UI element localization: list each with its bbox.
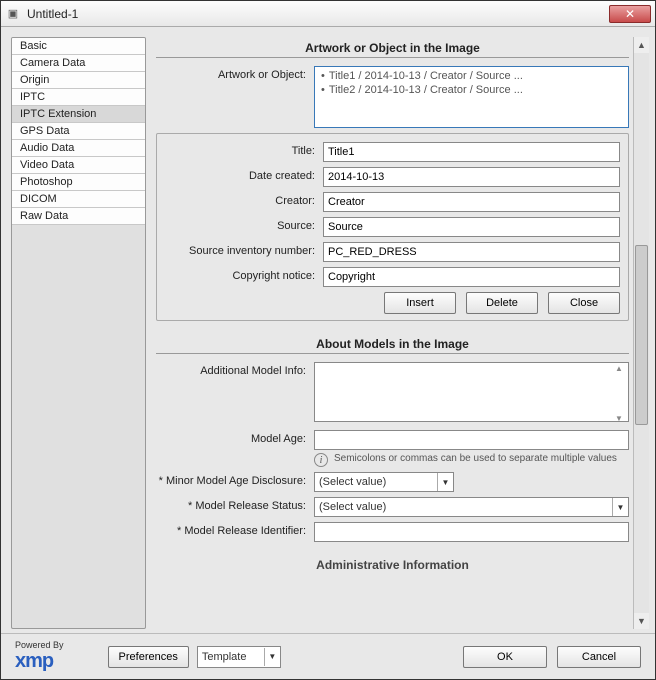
dialog-body: BasicCamera DataOriginIPTCIPTC Extension… [1,27,655,679]
additional-model-info-input[interactable] [314,362,629,422]
scroll-down-icon[interactable]: ▼ [634,613,649,629]
info-icon: i [314,453,328,467]
chevron-down-icon: ▼ [612,498,628,516]
artwork-subform: Title: Date created: Creator: [156,133,629,321]
model-age-label: Model Age: [156,430,314,445]
sidebar-item-raw-data[interactable]: Raw Data [12,208,145,225]
title-label: Title: [165,142,323,157]
copyright-label: Copyright notice: [165,267,323,282]
sidebar-item-origin[interactable]: Origin [12,72,145,89]
additional-model-info-label: Additional Model Info: [156,362,314,377]
delete-button[interactable]: Delete [466,292,538,314]
section-admin-title: Administrative Information [156,554,629,574]
source-input[interactable] [323,217,620,237]
cancel-button[interactable]: Cancel [557,646,641,668]
template-dropdown[interactable]: Template ▼ [197,646,281,668]
inventory-input[interactable] [323,242,620,262]
close-subform-button[interactable]: Close [548,292,620,314]
window-title: Untitled-1 [27,7,609,21]
release-id-input[interactable] [314,522,629,542]
artwork-list-item[interactable]: •Title1 / 2014-10-13 / Creator / Source … [319,69,624,83]
chevron-down-icon: ▼ [264,648,280,666]
sidebar-item-photoshop[interactable]: Photoshop [12,174,145,191]
inventory-label: Source inventory number: [165,242,323,257]
section-artwork-title: Artwork or Object in the Image [156,37,629,58]
minor-age-value: (Select value) [319,476,437,488]
sidebar-item-video-data[interactable]: Video Data [12,157,145,174]
creator-input[interactable] [323,192,620,212]
textarea-scroll-arrows: ▲▼ [615,364,627,423]
creator-label: Creator: [165,192,323,207]
sidebar-item-camera-data[interactable]: Camera Data [12,55,145,72]
app-icon: ▣ [5,6,21,22]
insert-button[interactable]: Insert [384,292,456,314]
section-artwork: Artwork or Object in the Image Artwork o… [156,37,629,321]
artwork-object-list[interactable]: •Title1 / 2014-10-13 / Creator / Source … [314,66,629,128]
titlebar: ▣ Untitled-1 ✕ [1,1,655,27]
powered-by-label: Powered By [15,641,64,650]
artwork-list-item[interactable]: •Title2 / 2014-10-13 / Creator / Source … [319,83,624,97]
minor-age-select[interactable]: (Select value) ▼ [314,472,454,492]
section-admin: Administrative Information [156,554,629,574]
template-label: Template [202,651,264,663]
sidebar-item-iptc[interactable]: IPTC [12,89,145,106]
artwork-list-label: Artwork or Object: [156,66,314,81]
sidebar-item-audio-data[interactable]: Audio Data [12,140,145,157]
date-created-label: Date created: [165,167,323,182]
scroll-thumb[interactable] [635,245,648,425]
scroll-area: Artwork or Object in the Image Artwork o… [156,37,633,629]
section-models-title: About Models in the Image [156,333,629,354]
release-id-label: * Model Release Identifier: [156,522,314,537]
preferences-button[interactable]: Preferences [108,646,189,668]
sidebar-item-dicom[interactable]: DICOM [12,191,145,208]
chevron-down-icon: ▼ [437,473,453,491]
release-status-select[interactable]: (Select value) ▼ [314,497,629,517]
model-age-hint: Semicolons or commas can be used to sepa… [334,453,617,464]
xmp-logo: xmp [15,650,68,673]
sidebar-item-iptc-extension[interactable]: IPTC Extension [12,106,145,123]
content-area: Artwork or Object in the Image Artwork o… [156,37,649,629]
model-age-input[interactable] [314,430,629,450]
scroll-up-icon[interactable]: ▲ [634,37,649,53]
sidebar-item-basic[interactable]: Basic [12,38,145,55]
sidebar-item-gps-data[interactable]: GPS Data [12,123,145,140]
section-models: About Models in the Image Additional Mod… [156,333,629,542]
vertical-scrollbar[interactable]: ▲ ▼ [633,37,649,629]
title-input[interactable] [323,142,620,162]
ok-button[interactable]: OK [463,646,547,668]
dialog-footer: Powered By xmp Preferences Template ▼ OK… [1,633,655,679]
close-icon: ✕ [625,7,635,21]
release-status-label: * Model Release Status: [156,497,314,512]
release-status-value: (Select value) [319,501,612,513]
minor-age-label: * Minor Model Age Disclosure: [156,472,314,487]
date-created-input[interactable] [323,167,620,187]
metadata-dialog: ▣ Untitled-1 ✕ BasicCamera DataOriginIPT… [0,0,656,680]
category-sidebar: BasicCamera DataOriginIPTCIPTC Extension… [11,37,146,629]
main-area: BasicCamera DataOriginIPTCIPTC Extension… [1,27,655,633]
source-label: Source: [165,217,323,232]
window-close-button[interactable]: ✕ [609,5,651,23]
copyright-input[interactable] [323,267,620,287]
